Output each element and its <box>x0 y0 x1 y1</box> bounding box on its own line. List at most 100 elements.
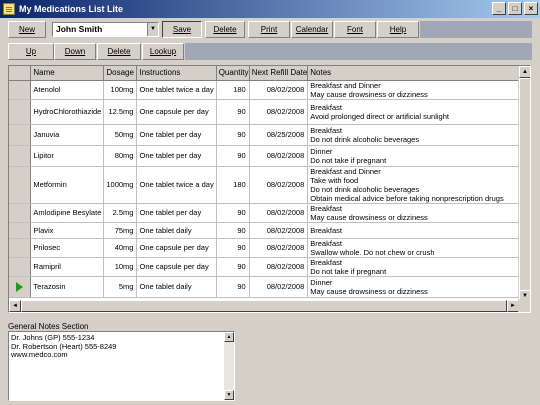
cell-name[interactable]: Plavix <box>30 222 105 239</box>
cell-refill-date[interactable]: 08/02/2008 <box>249 99 309 125</box>
cell-refill-date[interactable]: 08/02/2008 <box>249 145 309 167</box>
vertical-scrollbar[interactable]: ▲ ▼ <box>518 66 530 302</box>
horizontal-scroll-thumb[interactable] <box>21 300 507 312</box>
new-button[interactable]: New <box>8 21 46 38</box>
row-selector[interactable] <box>9 145 32 167</box>
cell-instructions[interactable]: One tablet daily <box>136 276 217 298</box>
cell-refill-date[interactable]: 08/02/2008 <box>249 80 309 100</box>
cell-dosage[interactable]: 10mg <box>103 257 138 277</box>
cell-refill-date[interactable]: 08/02/2008 <box>249 203 309 223</box>
row-selector[interactable] <box>9 80 32 100</box>
cell-name[interactable]: Atenolol <box>30 80 105 100</box>
cell-name[interactable]: Metformin <box>30 166 105 204</box>
row-selector[interactable] <box>9 124 32 146</box>
horizontal-scrollbar[interactable]: ◄ ► <box>9 300 519 312</box>
notes-scroll-up-icon[interactable]: ▲ <box>224 332 234 342</box>
cell-instructions[interactable]: One tablet per day <box>136 124 217 146</box>
cell-quantity[interactable]: 90 <box>216 276 250 298</box>
row-selector[interactable] <box>9 276 32 298</box>
cell-name[interactable]: Ramipril <box>30 257 105 277</box>
header-instructions[interactable]: Instructions <box>136 66 217 81</box>
cell-instructions[interactable]: One tablet twice a day <box>136 80 217 100</box>
cell-instructions[interactable]: One tablet twice a day <box>136 166 217 204</box>
up-button[interactable]: Up <box>8 43 54 60</box>
cell-instructions[interactable]: One capsule per day <box>136 238 217 258</box>
cell-refill-date[interactable]: 08/02/2008 <box>249 238 309 258</box>
cell-notes[interactable]: Breakfast Do not take if pregnant <box>307 257 530 277</box>
cell-notes[interactable]: Breakfast and Dinner Take with food Do not… <box>307 166 530 204</box>
close-button[interactable]: × <box>524 2 538 15</box>
cell-notes[interactable]: Breakfast Swallow whole. Do not chew or c… <box>307 238 530 258</box>
cell-notes[interactable]: Breakfast May cause drowsiness or dizzine… <box>307 203 530 223</box>
cell-name[interactable]: Lipitor <box>30 145 105 167</box>
general-notes-textarea[interactable]: Dr. Johns (GP) 555-1234 Dr. Robertson (H… <box>8 331 235 401</box>
cell-refill-date[interactable]: 08/02/2008 <box>249 257 309 277</box>
down-button[interactable]: Down <box>54 43 96 60</box>
cell-name[interactable]: Januvia <box>30 124 105 146</box>
cell-dosage[interactable]: 50mg <box>103 124 138 146</box>
cell-refill-date[interactable]: 08/02/2008 <box>249 276 309 298</box>
cell-dosage[interactable]: 40mg <box>103 238 138 258</box>
table-row[interactable]: Lipitor 80mg One tablet per day 90 08/02/200… <box>9 145 530 167</box>
cell-name[interactable]: Amlodipine Besylate <box>30 203 105 223</box>
row-selector[interactable] <box>9 222 32 239</box>
notes-scroll-down-icon[interactable]: ▼ <box>224 390 234 400</box>
cell-quantity[interactable]: 90 <box>216 222 250 239</box>
lookup-button[interactable]: Lookup <box>142 43 184 60</box>
print-button[interactable]: Print <box>248 21 290 38</box>
table-row[interactable]: Januvia 50mg One tablet per day 90 08/25/200… <box>9 124 530 146</box>
scroll-up-icon[interactable]: ▲ <box>519 66 530 78</box>
medications-grid[interactable]: Name Dosage Instructions Quantity Next R… <box>8 65 531 313</box>
cell-dosage[interactable]: 75mg <box>103 222 138 239</box>
cell-notes[interactable]: Breakfast <box>307 222 530 239</box>
table-row[interactable]: Terazosin 5mg One tablet daily 90 08/02/2008… <box>9 276 530 298</box>
cell-quantity[interactable]: 90 <box>216 257 250 277</box>
cell-name[interactable]: Prilosec <box>30 238 105 258</box>
cell-notes[interactable]: Dinner May cause drowsiness or dizziness <box>307 276 530 298</box>
cell-dosage[interactable]: 2.5mg <box>103 203 138 223</box>
row-delete-button[interactable]: Delete <box>97 43 141 60</box>
cell-notes[interactable]: Dinner Do not take if pregnant <box>307 145 530 167</box>
cell-refill-date[interactable]: 08/02/2008 <box>249 222 309 239</box>
row-selector[interactable] <box>9 166 32 204</box>
header-dosage[interactable]: Dosage <box>103 66 138 81</box>
cell-dosage[interactable]: 80mg <box>103 145 138 167</box>
cell-quantity[interactable]: 90 <box>216 99 250 125</box>
minimize-button[interactable]: _ <box>492 2 506 15</box>
cell-instructions[interactable]: One tablet daily <box>136 222 217 239</box>
cell-quantity[interactable]: 90 <box>216 145 250 167</box>
scroll-left-icon[interactable]: ◄ <box>9 300 21 312</box>
table-row[interactable]: Prilosec 40mg One capsule per day 90 08/02/2… <box>9 238 530 258</box>
cell-dosage[interactable]: 5mg <box>103 276 138 298</box>
calendar-button[interactable]: Calendar <box>291 21 333 38</box>
cell-name[interactable]: Terazosin <box>30 276 105 298</box>
header-quantity[interactable]: Quantity <box>216 66 250 81</box>
cell-dosage[interactable]: 12.5mg <box>103 99 138 125</box>
cell-instructions[interactable]: One tablet per day <box>136 145 217 167</box>
cell-dosage[interactable]: 1000mg <box>103 166 138 204</box>
save-button[interactable]: Save <box>162 21 202 38</box>
cell-name[interactable]: HydroChlorothiazide <box>30 99 105 125</box>
row-selector[interactable] <box>9 203 32 223</box>
cell-quantity[interactable]: 90 <box>216 238 250 258</box>
chevron-down-icon[interactable]: ▼ <box>147 23 158 36</box>
table-row[interactable]: Metformin 1000mg One tablet twice a day 180… <box>9 166 530 204</box>
cell-instructions[interactable]: One tablet per day <box>136 203 217 223</box>
notes-scrollbar[interactable]: ▲ ▼ <box>224 332 234 400</box>
cell-quantity[interactable]: 90 <box>216 124 250 146</box>
cell-quantity[interactable]: 90 <box>216 203 250 223</box>
cell-dosage[interactable]: 100mg <box>103 80 138 100</box>
table-row[interactable]: Plavix 75mg One tablet daily 90 08/02/2008 Br… <box>9 222 530 239</box>
cell-notes[interactable]: Breakfast Avoid prolonged direct or artif… <box>307 99 530 125</box>
header-name[interactable]: Name <box>30 66 105 81</box>
row-selector[interactable] <box>9 99 32 125</box>
table-row[interactable]: Ramipril 10mg One capsule per day 90 08/02/2… <box>9 257 530 277</box>
row-selector[interactable] <box>9 257 32 277</box>
table-row[interactable]: Amlodipine Besylate 2.5mg One tablet per d… <box>9 203 530 223</box>
vertical-scroll-thumb[interactable] <box>519 78 530 292</box>
patient-name-combo[interactable]: John Smith ▼ <box>52 22 159 37</box>
cell-refill-date[interactable]: 08/02/2008 <box>249 166 309 204</box>
font-button[interactable]: Font <box>334 21 376 38</box>
cell-notes[interactable]: Breakfast Do not drink alcoholic beverage… <box>307 124 530 146</box>
cell-quantity[interactable]: 180 <box>216 80 250 100</box>
